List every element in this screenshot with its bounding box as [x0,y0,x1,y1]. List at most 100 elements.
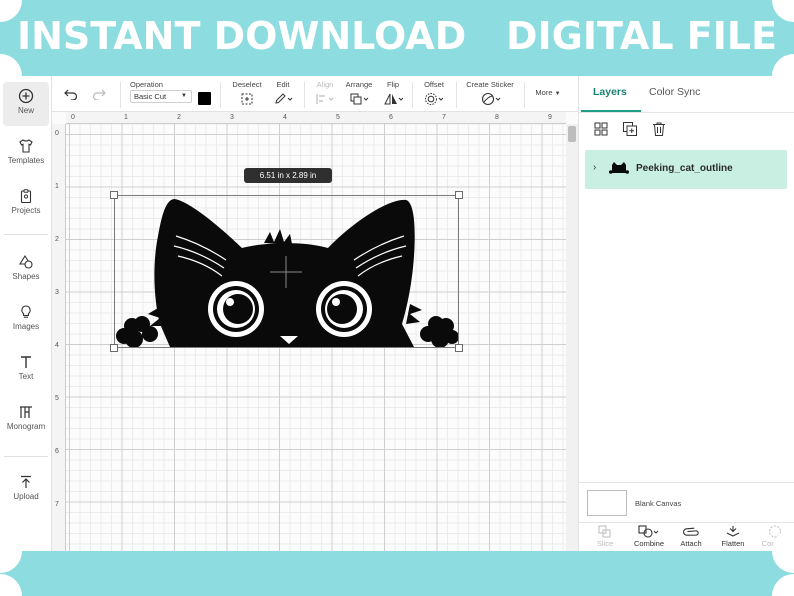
ruler-tick-label: 2 [55,236,59,243]
toolbar-divider [524,82,525,108]
tab-layers[interactable]: Layers [593,86,627,98]
banner-title: INSTANT DOWNLOAD DIGITAL FILE [16,14,778,58]
text-icon [21,356,31,368]
flatten-icon [726,526,740,537]
edit-button[interactable]: Edit [270,80,296,108]
sidebar-divider [4,456,48,457]
resize-handle-bottom-left[interactable] [110,344,118,352]
toolbar-divider [412,82,413,108]
resize-handle-bottom-right[interactable] [455,344,463,352]
ruler-left: 0 1 2 3 4 5 6 7 [52,124,66,551]
ruler-tick-label: 2 [177,114,181,121]
sidebar-item-projects[interactable]: Projects [3,182,49,226]
edit-label: Edit [276,80,290,89]
slice-button[interactable]: Slice [585,525,625,548]
app-root: INSTANT DOWNLOAD DIGITAL FILE New Templa… [0,0,794,596]
vertical-scrollbar[interactable] [566,124,578,551]
sidebar-item-upload[interactable]: Upload [3,468,49,512]
layer-actions-bar: Slice Combine Attach Flatten [579,522,794,551]
sidebar-item-monogram[interactable]: Monogram [3,398,49,442]
flip-icon [384,93,404,105]
ruler-tick-label: 8 [495,114,499,121]
attach-button[interactable]: Attach [671,525,711,548]
panel-divider [579,112,794,113]
ruler-tick-label: 1 [55,183,59,190]
resize-handle-top-right[interactable] [455,191,463,199]
offset-icon [425,93,444,105]
align-button[interactable]: Align [312,80,338,108]
right-panel: Layers Color Sync › Peeking_cat_outline … [578,76,794,551]
redo-icon[interactable] [92,88,106,100]
sidebar-item-new[interactable]: New [3,82,49,126]
pencil-icon [275,93,293,104]
sticker-icon [481,92,501,106]
ruler-tick-label: 3 [230,114,234,121]
arrange-icon [350,93,369,105]
layer-row[interactable]: › Peeking_cat_outline [585,150,787,189]
ruler-tick-label: 7 [55,501,59,508]
scrollbar-thumb[interactable] [568,126,576,142]
clipboard-icon [20,189,32,204]
color-swatch[interactable] [198,92,211,105]
layer-name: Peeking_cat_outline [636,163,733,174]
combine-label: Combine [633,539,664,548]
ruler-tick-label: 3 [55,289,59,296]
slice-icon [598,525,611,538]
sidebar-item-label: Shapes [12,272,40,281]
combine-button[interactable]: Combine [629,525,669,548]
sidebar-item-images[interactable]: Images [3,298,49,342]
tab-color-sync[interactable]: Color Sync [649,86,700,98]
blank-canvas-row[interactable]: Blank Canvas [579,482,794,522]
deselect-button[interactable]: Deselect [230,80,264,108]
blank-canvas-label: Blank Canvas [635,499,682,508]
caret-down-icon: ▼ [554,91,561,97]
operation-value: Basic Cut [134,92,167,101]
arrange-button[interactable]: Arrange [342,80,376,108]
duplicate-icon[interactable] [621,120,639,138]
offset-label: Offset [424,80,444,89]
ruler-tick-label: 9 [548,114,552,121]
toolbar-divider [220,82,221,108]
more-button[interactable]: More ▼ [530,88,566,97]
sidebar-divider [4,234,48,235]
create-sticker-button[interactable]: Create Sticker [462,80,518,108]
sidebar-item-label: Templates [7,156,45,165]
create-sticker-label: Create Sticker [466,80,514,89]
attach-icon [683,527,699,536]
slice-label: Slice [596,539,614,548]
sidebar-item-label: Monogram [6,422,46,431]
sidebar-item-shapes[interactable]: Shapes [3,248,49,292]
group-icon[interactable] [592,120,610,138]
lightbulb-icon [21,305,31,318]
arrange-label: Arrange [345,80,373,89]
top-toolbar: Operation Basic Cut ▼ Deselect Edit Alig… [52,76,578,112]
ruler-tick-label: 6 [55,448,59,455]
chevron-right-icon[interactable]: › [593,162,596,173]
banner-notch [0,574,22,596]
offset-button[interactable]: Offset [418,80,450,108]
flatten-button[interactable]: Flatten [713,525,753,548]
operation-label: Operation [130,80,163,89]
trash-icon[interactable] [650,120,668,138]
left-sidebar: New Templates Projects Shapes Images Tex… [0,76,52,551]
sidebar-item-text[interactable]: Text [3,348,49,392]
blank-canvas-swatch [587,490,627,516]
ruler-tick-label: 6 [389,114,393,121]
sidebar-item-label: Projects [11,206,41,215]
flip-button[interactable]: Flip [380,80,406,108]
sidebar-item-label: New [17,106,34,115]
sidebar-item-templates[interactable]: Templates [3,132,49,176]
resize-handle-top-left[interactable] [110,191,118,199]
ruler-tick-label: 0 [71,114,75,121]
operation-select[interactable]: Basic Cut ▼ [130,90,192,103]
toolbar-divider [120,82,121,108]
ruler-tick-label: 4 [283,114,287,121]
design-canvas[interactable]: 0 1 2 3 4 5 6 7 8 9 0 1 2 3 4 5 6 7 6.51… [52,112,578,551]
chevron-down-icon: ▼ [181,93,187,99]
ruler-top: 0 1 2 3 4 5 6 7 8 9 [66,112,566,124]
ruler-tick-label: 1 [124,114,128,121]
attach-label: Attach [680,539,702,548]
upload-icon [21,475,31,488]
undo-icon[interactable] [64,88,78,100]
flip-label: Flip [386,80,400,89]
